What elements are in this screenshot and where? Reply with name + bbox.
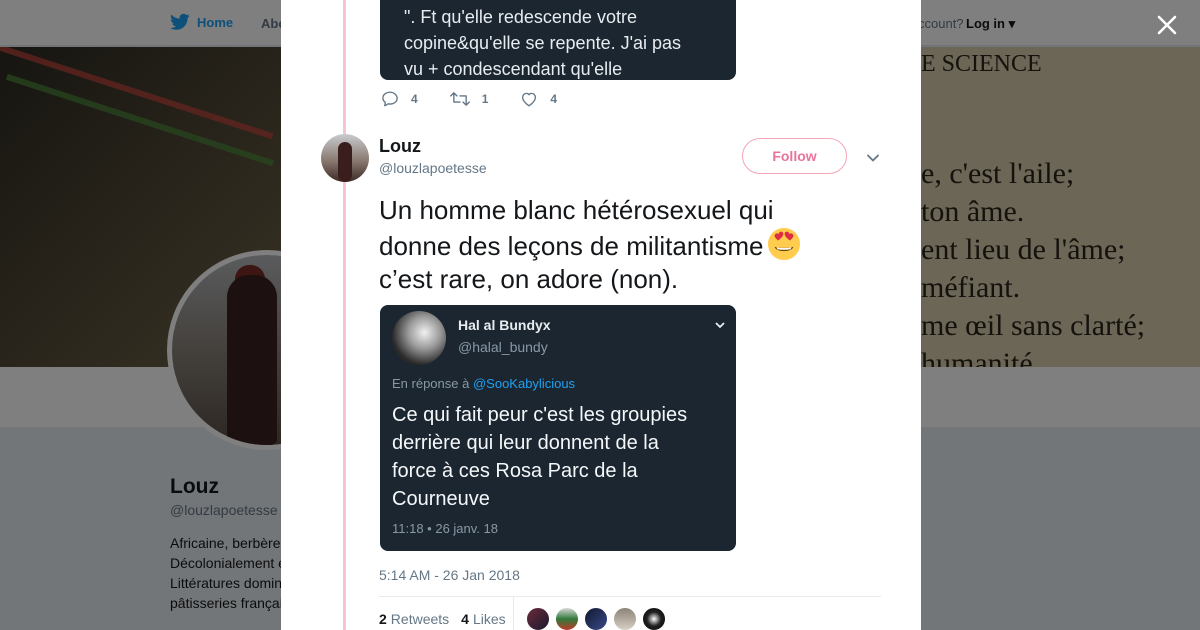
likers-avatars: [526, 607, 671, 630]
image-text-line: vu + condescendant qu'elle: [404, 59, 623, 79]
like-button[interactable]: 4: [520, 90, 557, 108]
stats-vertical-divider: [513, 597, 514, 630]
reply-icon: [382, 91, 398, 107]
tweet-author-avatar[interactable]: [321, 134, 369, 182]
previous-image-text: ". Ft qu'elle redescende votre copine&qu…: [404, 4, 724, 80]
reply-mention: @SooKabylicious: [472, 376, 576, 391]
quoted-body-line: Courneuve: [392, 488, 490, 510]
liker-avatar[interactable]: [584, 607, 608, 630]
quoted-reply-context: En réponse à @SooKabylicious: [392, 376, 575, 391]
tweet-timestamp[interactable]: 5:14 AM - 26 Jan 2018: [379, 567, 520, 583]
follow-button[interactable]: Follow: [742, 138, 847, 174]
retweet-count: 1: [481, 92, 489, 106]
reply-count: 4: [411, 92, 418, 106]
liker-avatar[interactable]: [555, 607, 579, 630]
tweet-media-image[interactable]: Hal al Bundyx @halal_bundy En réponse à …: [380, 305, 736, 551]
quoted-name: Hal al Bundyx: [458, 317, 551, 333]
liker-avatar[interactable]: [642, 607, 666, 630]
chevron-down-icon[interactable]: [865, 150, 881, 166]
quoted-body-line: force à ces Rosa Parc de la: [392, 460, 638, 482]
like-count: 4: [550, 92, 558, 106]
previous-tweet-actions: 4 1 4: [381, 90, 589, 108]
tweet-text-line: Un homme blanc hétérosexuel qui: [379, 195, 774, 225]
likes-count: 4: [461, 611, 469, 627]
retweets-label: Retweets: [390, 611, 450, 627]
retweet-button[interactable]: 1: [449, 90, 489, 108]
retweets-stat[interactable]: 2 Retweets: [379, 611, 449, 627]
tweet-text-line-with-emoji: donne des leçons de militantisme: [379, 227, 859, 263]
quoted-handle: @halal_bundy: [458, 339, 548, 355]
tweet-author-name[interactable]: Louz: [379, 136, 421, 157]
quoted-time: 11:18 • 26 janv. 18: [392, 521, 498, 536]
chevron-down-icon: [715, 322, 725, 329]
likes-stat[interactable]: 4 Likes: [461, 611, 505, 627]
liker-avatar[interactable]: [526, 607, 550, 630]
quoted-body-line: Ce qui fait peur c'est les groupies: [392, 404, 688, 426]
tweet-stats: 2 Retweets 4 Likes: [379, 611, 518, 627]
avatar-figure: [338, 142, 352, 182]
stats-divider: [379, 596, 881, 597]
tweet-text: Un homme blanc hétérosexuel qui donne de…: [379, 194, 859, 296]
reply-prefix: En réponse à: [392, 376, 470, 391]
quoted-body: Ce qui fait peur c'est les groupies derr…: [392, 401, 728, 513]
heart-eyes-emoji-icon: [768, 227, 801, 261]
tweet-modal: ". Ft qu'elle redescende votre copine&qu…: [281, 0, 921, 630]
heart-icon: [522, 92, 537, 107]
retweet-icon: [449, 92, 470, 106]
reply-button[interactable]: 4: [381, 90, 418, 108]
image-text-line: copine&qu'elle se repente. J'ai pas: [404, 33, 682, 53]
liker-avatar[interactable]: [613, 607, 637, 630]
image-text-line: ". Ft qu'elle redescende votre: [404, 7, 637, 27]
previous-tweet-image[interactable]: ". Ft qu'elle redescende votre copine&qu…: [380, 0, 736, 80]
retweets-count: 2: [379, 611, 387, 627]
tweet-text-line: c’est rare, on adore (non).: [379, 264, 679, 294]
tweet-text-line: donne des leçons de militantisme: [379, 231, 764, 261]
close-icon[interactable]: [1152, 10, 1182, 40]
tweet-author-handle[interactable]: @louzlapoetesse: [379, 160, 487, 176]
quoted-body-line: derrière qui leur donnent de la: [392, 432, 659, 454]
quoted-avatar: [392, 311, 446, 365]
likes-label: Likes: [472, 611, 506, 627]
thread-connector-line: [343, 0, 346, 630]
